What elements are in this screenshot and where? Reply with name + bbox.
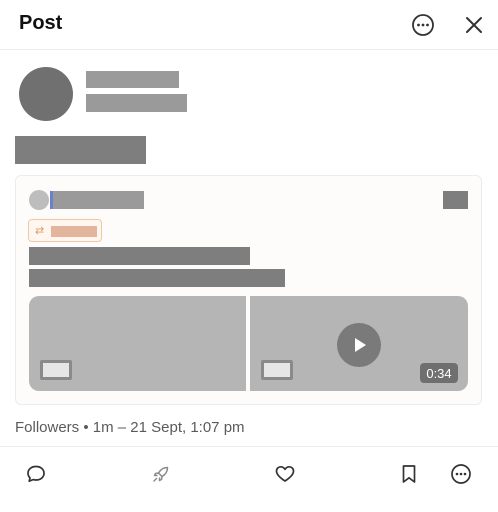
repost-icon: ⇄ [35, 225, 45, 237]
repost-chip: ⇄ [28, 219, 102, 242]
post-text-redacted [15, 136, 146, 164]
shared-author-avatar[interactable] [29, 190, 49, 210]
more-horizontal-circle-icon [451, 464, 471, 484]
more-options-button[interactable] [409, 11, 437, 39]
shared-post-badge-redacted [443, 191, 468, 209]
bookmark-icon [402, 465, 416, 483]
post-header: Post [0, 0, 498, 50]
bookmark-button[interactable] [397, 462, 421, 486]
more-actions-button[interactable] [449, 462, 473, 486]
author-handle-redacted [86, 94, 187, 112]
boost-button[interactable] [149, 462, 173, 486]
post-meta: Followers • 1m – 21 Sept, 1:07 pm [15, 419, 245, 436]
video-thumbnail-icon [261, 360, 293, 380]
close-icon [466, 17, 482, 33]
author-avatar[interactable] [19, 67, 73, 121]
heart-icon [275, 465, 295, 482]
play-button[interactable] [337, 323, 381, 367]
more-horizontal-circle-icon [412, 14, 434, 36]
comment-icon [27, 465, 45, 483]
page-title: Post [19, 12, 63, 34]
comment-button[interactable] [24, 462, 48, 486]
post-action-bar [0, 446, 498, 512]
shared-author-name-redacted[interactable] [50, 191, 144, 209]
shared-text-line-2-redacted [29, 269, 285, 287]
play-icon [355, 338, 366, 352]
author-name-redacted[interactable] [86, 71, 179, 88]
rocket-icon [153, 466, 169, 482]
like-button[interactable] [273, 462, 297, 486]
image-thumbnail-icon [40, 360, 72, 380]
close-button[interactable] [460, 11, 488, 39]
shared-text-line-1-redacted [29, 247, 250, 265]
repost-chip-label-redacted [51, 226, 97, 237]
video-duration: 0:34 [420, 363, 458, 383]
